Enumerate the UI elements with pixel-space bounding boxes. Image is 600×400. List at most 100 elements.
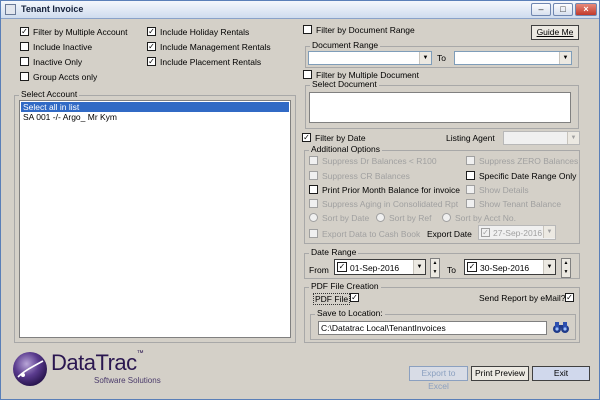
chevron-down-icon[interactable]: ▼ bbox=[559, 52, 571, 64]
include-inactive-label: Include Inactive bbox=[33, 42, 93, 52]
list-item-account[interactable]: SA 001 -/- Argo_ Mr Kym bbox=[21, 112, 289, 122]
listing-agent-label: Listing Agent bbox=[446, 133, 495, 143]
include-inactive-checkbox[interactable] bbox=[20, 42, 29, 51]
date-from-spinner[interactable]: ▲ ▼ bbox=[430, 258, 440, 278]
date-from-value: 01-Sep-2016 bbox=[350, 263, 400, 273]
suppress-cr-label: Suppress CR Balances bbox=[322, 171, 410, 181]
tenant-invoice-window: Tenant Invoice – □ × ✓ Filter by Multipl… bbox=[0, 0, 600, 400]
maximize-button[interactable]: □ bbox=[553, 3, 573, 16]
close-button[interactable]: × bbox=[575, 3, 597, 16]
include-holiday-rentals-checkbox[interactable]: ✓ bbox=[147, 27, 156, 36]
exit-button[interactable]: Exit bbox=[532, 366, 590, 381]
suppress-aging-label: Suppress Aging in Consolidated Rpt bbox=[322, 199, 459, 209]
inactive-only-checkbox[interactable] bbox=[20, 57, 29, 66]
export-cash-book-checkbox[interactable] bbox=[309, 229, 318, 238]
logo-trademark: ™ bbox=[136, 350, 144, 357]
chevron-down-icon[interactable]: ▼ bbox=[543, 226, 555, 238]
print-preview-label: Print Preview bbox=[474, 368, 526, 378]
suppress-zero-checkbox[interactable] bbox=[466, 156, 475, 165]
sort-by-acct-label: Sort by Acct No. bbox=[455, 213, 516, 223]
list-item-select-all[interactable]: Select all in list bbox=[21, 102, 289, 112]
export-date-enable-checkbox[interactable]: ✓ bbox=[481, 228, 490, 237]
show-details-checkbox[interactable] bbox=[466, 185, 475, 194]
specific-date-range-checkbox[interactable] bbox=[466, 171, 475, 180]
exit-label: Exit bbox=[553, 368, 569, 378]
logo-name-text: DataTrac bbox=[51, 350, 137, 375]
group-accts-only-checkbox[interactable] bbox=[20, 72, 29, 81]
document-to-combo[interactable]: ▼ bbox=[454, 51, 572, 65]
select-account-title: Select Account bbox=[19, 89, 80, 99]
sort-by-date-label: Sort by Date bbox=[322, 213, 370, 223]
filter-by-date-checkbox[interactable]: ✓ bbox=[302, 133, 311, 142]
suppress-aging-checkbox[interactable] bbox=[309, 199, 318, 208]
sort-by-ref-label: Sort by Ref bbox=[389, 213, 432, 223]
logo-name: DataTrac™ bbox=[51, 350, 144, 376]
export-date-label: Export Date bbox=[427, 229, 472, 239]
date-from-enable-checkbox[interactable]: ✓ bbox=[337, 262, 347, 272]
include-management-rentals-checkbox[interactable]: ✓ bbox=[147, 42, 156, 51]
date-to-picker[interactable]: ✓ 30-Sep-2016 ▼ bbox=[464, 259, 556, 275]
pdf-file-label: PDF File bbox=[313, 293, 351, 305]
date-to-label: To bbox=[447, 265, 456, 275]
document-list[interactable] bbox=[309, 92, 571, 123]
date-to-spinner[interactable]: ▲ ▼ bbox=[561, 258, 571, 278]
minimize-button[interactable]: – bbox=[531, 3, 551, 16]
document-from-combo[interactable]: ▼ bbox=[308, 51, 432, 65]
date-to-value: 30-Sep-2016 bbox=[480, 263, 530, 273]
show-tenant-balance-checkbox[interactable] bbox=[466, 199, 475, 208]
suppress-zero-label: Suppress ZERO Balances bbox=[479, 156, 579, 166]
specific-date-range-label: Specific Date Range Only bbox=[479, 171, 577, 181]
title-bar: Tenant Invoice – □ × bbox=[1, 1, 599, 19]
chevron-down-icon[interactable]: ▼ bbox=[419, 52, 431, 64]
pdf-file-checkbox[interactable]: ✓ bbox=[350, 293, 359, 302]
account-list[interactable]: Select all in list SA 001 -/- Argo_ Mr K… bbox=[19, 100, 291, 338]
save-location-input[interactable]: C:\Datatrac Local\TenantInvoices bbox=[318, 321, 547, 335]
print-prior-month-label: Print Prior Month Balance for invoice bbox=[322, 185, 460, 195]
include-management-rentals-label: Include Management Rentals bbox=[160, 42, 271, 52]
document-range-title: Document Range bbox=[310, 40, 381, 50]
filter-document-range-label: Filter by Document Range bbox=[316, 25, 415, 35]
datatrac-logo-icon bbox=[12, 351, 48, 387]
sort-by-acct-radio[interactable] bbox=[442, 213, 451, 222]
sort-by-ref-radio[interactable] bbox=[376, 213, 385, 222]
filter-document-range-checkbox[interactable] bbox=[303, 25, 312, 34]
export-cash-book-label: Export Data to Cash Book bbox=[322, 229, 421, 239]
filter-multiple-account-label: Filter by Multiple Account bbox=[33, 27, 128, 37]
pdf-creation-title: PDF File Creation bbox=[309, 281, 381, 291]
filter-by-date-label: Filter by Date bbox=[315, 133, 366, 143]
include-placement-rentals-label: Include Placement Rentals bbox=[160, 57, 262, 67]
suppress-dr-label: Suppress Dr Balances < R100 bbox=[322, 156, 437, 166]
date-range-title: Date Range bbox=[309, 247, 359, 257]
sort-by-date-radio[interactable] bbox=[309, 213, 318, 222]
chevron-down-icon[interactable]: ▼ bbox=[413, 260, 425, 274]
document-to-label: To bbox=[437, 53, 446, 63]
print-preview-button[interactable]: Print Preview bbox=[471, 366, 529, 381]
suppress-cr-checkbox[interactable] bbox=[309, 171, 318, 180]
select-document-title: Select Document bbox=[310, 79, 379, 89]
date-from-picker[interactable]: ✓ 01-Sep-2016 ▼ bbox=[334, 259, 426, 275]
additional-options-title: Additional Options bbox=[309, 144, 382, 154]
filter-multiple-account-checkbox[interactable]: ✓ bbox=[20, 27, 29, 36]
include-placement-rentals-checkbox[interactable]: ✓ bbox=[147, 57, 156, 66]
show-tenant-balance-label: Show Tenant Balance bbox=[479, 199, 562, 209]
date-to-enable-checkbox[interactable]: ✓ bbox=[467, 262, 477, 272]
chevron-down-icon[interactable]: ▼ bbox=[543, 260, 555, 274]
logo-tagline: Software Solutions bbox=[94, 376, 161, 385]
guide-me-button[interactable]: Guide Me bbox=[531, 25, 579, 40]
show-details-label: Show Details bbox=[479, 185, 529, 195]
binoculars-icon[interactable] bbox=[552, 320, 570, 335]
filter-multiple-document-checkbox[interactable] bbox=[303, 70, 312, 79]
suppress-dr-checkbox[interactable] bbox=[309, 156, 318, 165]
date-from-label: From bbox=[309, 265, 329, 275]
include-holiday-rentals-label: Include Holiday Rentals bbox=[160, 27, 250, 37]
export-excel-button[interactable]: Export to Excel bbox=[409, 366, 468, 391]
window-title: Tenant Invoice bbox=[21, 4, 84, 14]
guide-me-label: Guide Me bbox=[536, 27, 574, 37]
export-date-picker[interactable]: ✓ 27-Sep-2016 ▼ bbox=[478, 225, 556, 240]
print-prior-month-checkbox[interactable] bbox=[309, 185, 318, 194]
chevron-down-icon[interactable]: ▼ bbox=[567, 132, 579, 144]
send-email-label: Send Report by eMail? bbox=[479, 293, 566, 303]
window-icon bbox=[5, 4, 16, 15]
send-email-checkbox[interactable]: ✓ bbox=[565, 293, 574, 302]
listing-agent-combo[interactable]: ▼ bbox=[503, 131, 580, 145]
